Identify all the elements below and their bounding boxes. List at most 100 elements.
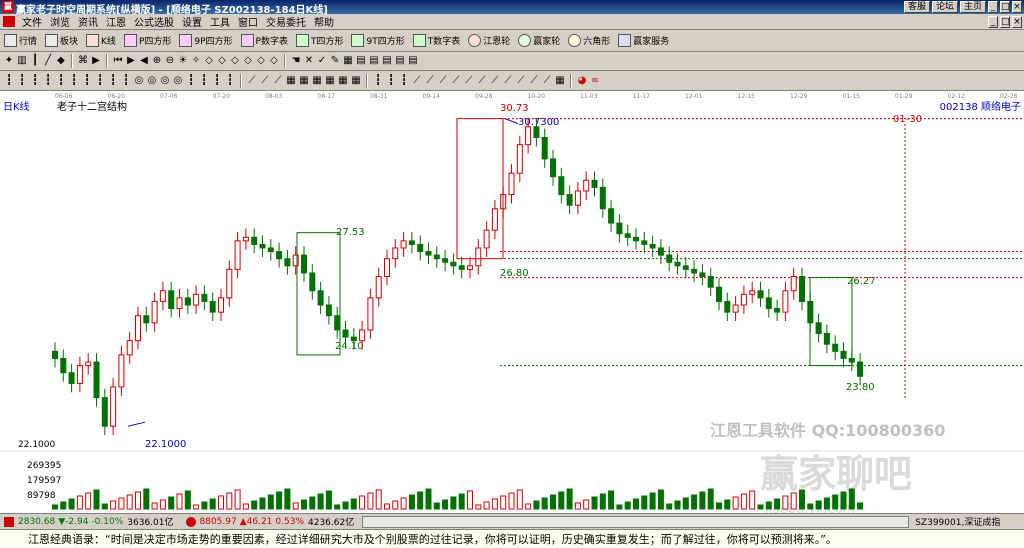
fan-icon[interactable]: ⟋ bbox=[272, 75, 284, 87]
menu-trade[interactable]: 交易委托 bbox=[262, 14, 310, 29]
bars-icon[interactable]: ┇ bbox=[398, 75, 410, 87]
menu-tools[interactable]: 工具 bbox=[206, 14, 234, 29]
index-ticker[interactable]: SZ399001,深证成指 bbox=[915, 515, 1000, 528]
hexagon-button[interactable]: 六角形 bbox=[564, 34, 614, 47]
grid-icon[interactable]: ▦ bbox=[298, 75, 310, 87]
fan-icon[interactable]: ⌘ bbox=[77, 55, 89, 67]
fan-icon[interactable]: ⟋ bbox=[515, 75, 527, 87]
maximize-button[interactable]: □ bbox=[1000, 1, 1010, 13]
grid-icon[interactable]: ▦ bbox=[342, 55, 354, 67]
bars-icon[interactable]: ┇ bbox=[55, 75, 67, 87]
quote-button[interactable]: 行情 bbox=[0, 34, 41, 47]
sun-icon[interactable]: ☀ bbox=[177, 55, 189, 67]
minimize-button[interactable]: _ bbox=[988, 1, 998, 13]
zoom-out-icon[interactable]: ⊖ bbox=[164, 55, 176, 67]
fan-icon[interactable]: ⟋ bbox=[489, 75, 501, 87]
diamond-icon[interactable]: ◇ bbox=[216, 55, 228, 67]
winner-service-button[interactable]: 赢家服务 bbox=[614, 34, 673, 47]
infinity-icon[interactable]: ∞ bbox=[589, 75, 601, 87]
fan-icon[interactable]: ⟋ bbox=[259, 75, 271, 87]
grid-icon[interactable]: ▦ bbox=[324, 75, 336, 87]
menu-settings[interactable]: 设置 bbox=[178, 14, 206, 29]
bars-icon[interactable]: ┇ bbox=[385, 75, 397, 87]
kline-button[interactable]: K线 bbox=[82, 34, 120, 47]
menu-file[interactable]: 文件 bbox=[18, 14, 46, 29]
diamond-icon[interactable]: ◇ bbox=[229, 55, 241, 67]
grid-icon[interactable]: ▦ bbox=[554, 75, 566, 87]
table-icon[interactable]: ▤ bbox=[355, 55, 367, 67]
homepage-button[interactable]: 主页 bbox=[959, 1, 986, 13]
table-icon[interactable]: ▤ bbox=[407, 55, 419, 67]
zoom-icon[interactable]: ⊕ bbox=[151, 55, 163, 67]
line-icon[interactable]: ╱ bbox=[42, 55, 54, 67]
pencil-icon[interactable]: ✎ bbox=[329, 55, 341, 67]
bars-icon[interactable]: ┇ bbox=[211, 75, 223, 87]
bars-icon[interactable]: ┇ bbox=[372, 75, 384, 87]
grid-icon[interactable]: ▦ bbox=[285, 75, 297, 87]
bars-icon[interactable]: ┇ bbox=[3, 75, 15, 87]
grid-icon[interactable]: ▦ bbox=[350, 75, 362, 87]
next-icon[interactable]: ▶ bbox=[125, 55, 137, 67]
cross-icon[interactable]: ✕ bbox=[303, 55, 315, 67]
target-icon[interactable]: ◎ bbox=[172, 75, 184, 87]
menu-window[interactable]: 窗口 bbox=[234, 14, 262, 29]
fan-icon[interactable]: ⟋ bbox=[528, 75, 540, 87]
forum-button[interactable]: 论坛 bbox=[931, 1, 958, 13]
star-icon[interactable]: ✧ bbox=[190, 55, 202, 67]
fan-icon[interactable]: ⟋ bbox=[541, 75, 553, 87]
bars-icon[interactable]: ┇ bbox=[29, 75, 41, 87]
cursor-icon[interactable]: ✦ bbox=[3, 55, 15, 67]
fan-icon[interactable]: ⟋ bbox=[437, 75, 449, 87]
table-icon[interactable]: ▤ bbox=[394, 55, 406, 67]
fan-icon[interactable]: ⟋ bbox=[476, 75, 488, 87]
t-number-table-button[interactable]: T数字表 bbox=[409, 34, 465, 47]
p-square-button[interactable]: P四方形 bbox=[120, 34, 175, 47]
first-icon[interactable]: ⏮ bbox=[112, 55, 124, 67]
bars-icon[interactable]: ┇ bbox=[94, 75, 106, 87]
bars-icon[interactable]: ┇ bbox=[81, 75, 93, 87]
kline-icon[interactable]: ┃ bbox=[29, 55, 41, 67]
bars-icon[interactable]: ┇ bbox=[42, 75, 54, 87]
p-number-table-button[interactable]: P数字表 bbox=[237, 34, 292, 47]
table-icon[interactable]: ▤ bbox=[381, 55, 393, 67]
winner-wheel-button[interactable]: 赢家轮 bbox=[514, 34, 564, 47]
child-minimize-button[interactable]: _ bbox=[988, 16, 998, 28]
grid-icon[interactable]: ▦ bbox=[311, 75, 323, 87]
horizontal-scrollbar[interactable] bbox=[362, 515, 910, 528]
target-icon[interactable]: ◎ bbox=[133, 75, 145, 87]
target-icon[interactable]: ◎ bbox=[146, 75, 158, 87]
fan-icon[interactable]: ⟋ bbox=[246, 75, 258, 87]
menu-news[interactable]: 资讯 bbox=[74, 14, 102, 29]
diamond-icon[interactable]: ◇ bbox=[255, 55, 267, 67]
service-button[interactable]: 客服 bbox=[903, 1, 930, 13]
bars-icon[interactable]: ┇ bbox=[120, 75, 132, 87]
fan-icon[interactable]: ⟋ bbox=[450, 75, 462, 87]
menu-formula-screen[interactable]: 公式选股 bbox=[130, 14, 178, 29]
fan-icon[interactable]: ⟋ bbox=[411, 75, 423, 87]
gann-wheel-button[interactable]: 江恩轮 bbox=[464, 34, 514, 47]
fan-icon[interactable]: ⟋ bbox=[502, 75, 514, 87]
child-maximize-button[interactable]: □ bbox=[1000, 16, 1010, 28]
bars-icon[interactable]: ┇ bbox=[68, 75, 80, 87]
menu-gann[interactable]: 江恩 bbox=[102, 14, 130, 29]
bars-icon[interactable]: ┇ bbox=[185, 75, 197, 87]
bars-icon[interactable]: ┇ bbox=[198, 75, 210, 87]
hand-icon[interactable]: ☚ bbox=[290, 55, 302, 67]
kline-chart[interactable]: 日K线 老子十二宫结构 002138 顺络电子 江恩工具软件 QQ:100800… bbox=[0, 99, 1024, 513]
menu-help[interactable]: 帮助 bbox=[310, 14, 338, 29]
fan-icon[interactable]: ⟋ bbox=[424, 75, 436, 87]
close-button[interactable]: × bbox=[1012, 1, 1022, 13]
bars-icon[interactable]: ┇ bbox=[224, 75, 236, 87]
sector-button[interactable]: 板块 bbox=[41, 34, 82, 47]
pie-icon[interactable]: ◕ bbox=[576, 75, 588, 87]
column-icon[interactable]: ▥ bbox=[16, 55, 28, 67]
check-icon[interactable]: ✓ bbox=[316, 55, 328, 67]
menu-browse[interactable]: 浏览 bbox=[46, 14, 74, 29]
grid-icon[interactable]: ▦ bbox=[337, 75, 349, 87]
fan-icon[interactable]: ⟋ bbox=[463, 75, 475, 87]
diamond-icon[interactable]: ◇ bbox=[268, 55, 280, 67]
diamond-icon[interactable]: ◇ bbox=[242, 55, 254, 67]
child-close-button[interactable]: × bbox=[1012, 16, 1022, 28]
bars-icon[interactable]: ┇ bbox=[107, 75, 119, 87]
target-icon[interactable]: ◎ bbox=[159, 75, 171, 87]
